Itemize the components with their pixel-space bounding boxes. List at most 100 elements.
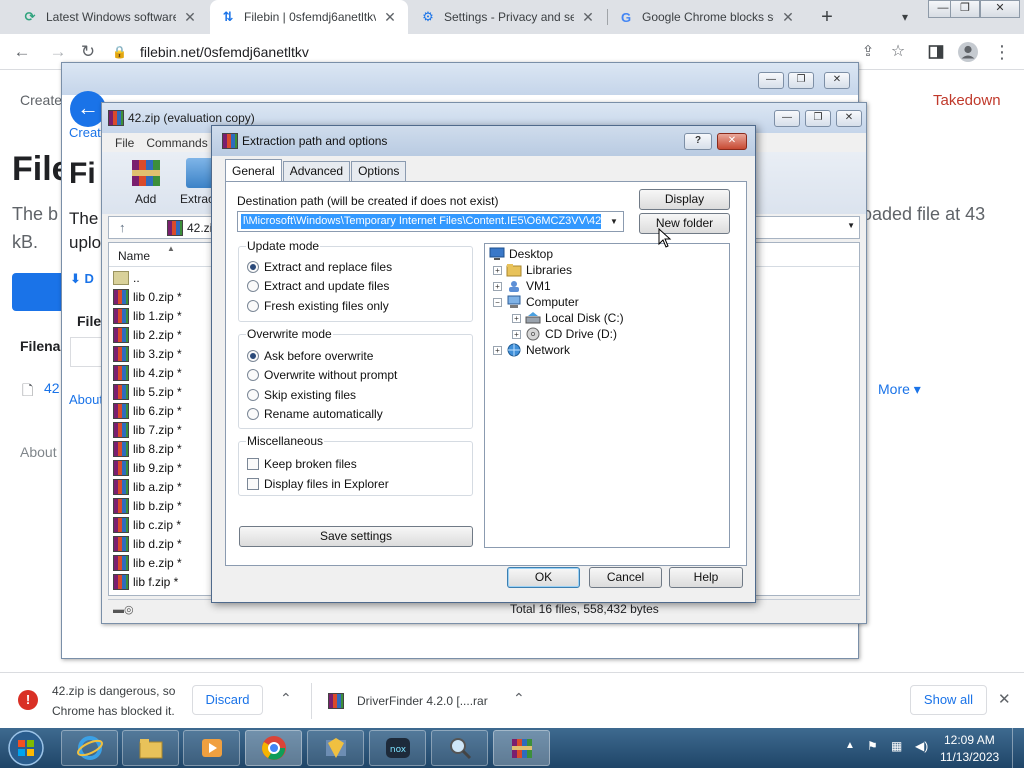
- file-row[interactable]: lib e.zip *: [113, 553, 182, 572]
- download-2-chevron-up-icon[interactable]: ⌃: [513, 690, 525, 707]
- radio-button[interactable]: [247, 369, 259, 381]
- close-tab-icon[interactable]: ✕: [580, 9, 596, 26]
- radio-button[interactable]: [247, 389, 259, 401]
- expand-plus-icon[interactable]: +: [493, 265, 502, 275]
- extract-button-label[interactable]: Extrac: [180, 192, 214, 206]
- behind-download-link[interactable]: ⬇ D: [70, 271, 94, 287]
- taskbar-media-player[interactable]: [183, 730, 240, 766]
- download-1-chevron-up-icon[interactable]: ⌃: [280, 690, 292, 707]
- new-tab-button[interactable]: +: [815, 5, 839, 29]
- file-row[interactable]: lib b.zip *: [113, 496, 182, 515]
- download-button[interactable]: [12, 273, 68, 311]
- expand-plus-icon[interactable]: +: [493, 345, 502, 355]
- expand-plus-icon[interactable]: +: [493, 281, 502, 291]
- menu-commands[interactable]: Commands: [146, 136, 207, 150]
- expand-plus-icon[interactable]: +: [512, 329, 521, 339]
- tree-node-libraries[interactable]: + Libraries: [493, 262, 572, 278]
- add-archive-icon[interactable]: [130, 156, 164, 188]
- display-files-in-explorer-option[interactable]: Display files in Explorer: [247, 477, 389, 491]
- download-2-filename[interactable]: DriverFinder 4.2.0 [....rar: [357, 694, 488, 708]
- minimize-button[interactable]: —: [758, 72, 784, 89]
- tab-options[interactable]: Options: [351, 161, 407, 181]
- overwrite-without-prompt-option[interactable]: Overwrite without prompt: [247, 368, 397, 382]
- more-dropdown[interactable]: More ▾: [878, 381, 921, 398]
- radio-button[interactable]: [247, 280, 259, 292]
- expand-plus-icon[interactable]: +: [512, 313, 521, 323]
- collapse-minus-icon[interactable]: −: [493, 297, 502, 307]
- file-row[interactable]: lib d.zip *: [113, 534, 182, 553]
- rename-automatically-option[interactable]: Rename automatically: [247, 407, 383, 421]
- extract-and-replace-option[interactable]: Extract and replace files: [247, 260, 392, 274]
- checkbox[interactable]: [247, 458, 259, 470]
- menu-file[interactable]: File: [115, 136, 134, 150]
- tray-chevron-up-icon[interactable]: ▲: [845, 740, 855, 751]
- file-link[interactable]: 42: [44, 380, 60, 396]
- file-row[interactable]: lib f.zip *: [113, 572, 178, 591]
- maximize-button[interactable]: ❐: [788, 72, 814, 89]
- network-tray-icon[interactable]: ▦: [891, 739, 907, 755]
- help-button[interactable]: Help: [669, 567, 743, 588]
- tab-search-chevron-icon[interactable]: ▾: [893, 6, 917, 28]
- up-arrow-icon[interactable]: ↑: [119, 220, 126, 235]
- file-row-parent[interactable]: ..: [113, 268, 140, 287]
- close-tab-icon[interactable]: ✕: [780, 9, 796, 26]
- tab-filebin[interactable]: ⇅ Filebin | 0sfemdj6anetltkv ✕: [210, 0, 408, 34]
- winrar-minimize-button[interactable]: —: [774, 110, 800, 127]
- clock-time[interactable]: 12:09 AM: [944, 733, 995, 747]
- file-row[interactable]: lib 0.zip *: [113, 287, 182, 306]
- tab-latest-windows-software[interactable]: ⟳ Latest Windows software ✕: [12, 0, 208, 34]
- fresh-existing-option[interactable]: Fresh existing files only: [247, 299, 389, 313]
- taskbar-nox[interactable]: nox: [369, 730, 426, 766]
- file-row[interactable]: lib 8.zip *: [113, 439, 182, 458]
- folder-tree[interactable]: Desktop + Libraries + VM1 − Computer + L…: [484, 243, 730, 548]
- volume-tray-icon[interactable]: ◀): [915, 739, 931, 755]
- taskbar-settings-tool[interactable]: [307, 730, 364, 766]
- taskbar-internet-explorer[interactable]: [61, 730, 118, 766]
- tree-node-local-disk[interactable]: + Local Disk (C:): [512, 310, 624, 326]
- start-orb-icon[interactable]: [4, 729, 48, 767]
- restore-window-button[interactable]: ❐: [950, 0, 980, 18]
- share-icon[interactable]: ⇪: [856, 40, 880, 64]
- dialog-help-button[interactable]: ?: [684, 133, 712, 150]
- file-row[interactable]: lib c.zip *: [113, 515, 181, 534]
- chrome-menu-kebab-icon[interactable]: ⋮: [990, 40, 1014, 64]
- keep-broken-files-option[interactable]: Keep broken files: [247, 457, 357, 471]
- file-row[interactable]: lib 2.zip *: [113, 325, 182, 344]
- path-dropdown-arrow-icon[interactable]: ▼: [847, 221, 855, 230]
- tree-node-desktop[interactable]: Desktop: [489, 246, 553, 262]
- save-settings-button[interactable]: Save settings: [239, 526, 473, 547]
- clock-date[interactable]: 11/13/2023: [940, 750, 999, 764]
- close-tab-icon[interactable]: ✕: [182, 9, 198, 26]
- winrar-close-button[interactable]: ✕: [836, 110, 862, 127]
- tree-node-vm1[interactable]: + VM1: [493, 278, 551, 294]
- tab-advanced[interactable]: Advanced: [282, 161, 351, 181]
- bookmark-star-icon[interactable]: ☆: [886, 40, 910, 64]
- tree-node-cd-drive[interactable]: + CD Drive (D:): [512, 326, 617, 342]
- radio-button[interactable]: [247, 261, 259, 273]
- taskbar-file-explorer[interactable]: [122, 730, 179, 766]
- file-row[interactable]: lib 4.zip *: [113, 363, 182, 382]
- show-desktop-button[interactable]: [1012, 728, 1024, 768]
- file-row[interactable]: lib 9.zip *: [113, 458, 182, 477]
- file-row[interactable]: lib 6.zip *: [113, 401, 182, 420]
- taskbar-search-tool[interactable]: [431, 730, 488, 766]
- dialog-close-button[interactable]: ✕: [717, 133, 747, 150]
- taskbar-chrome[interactable]: [245, 730, 302, 766]
- tab-settings-privacy[interactable]: ⚙ Settings - Privacy and sec ✕: [410, 0, 606, 34]
- profile-avatar[interactable]: [956, 40, 980, 64]
- tree-node-network[interactable]: + Network: [493, 342, 570, 358]
- new-folder-button[interactable]: New folder: [639, 213, 730, 234]
- side-panel-icon[interactable]: [924, 40, 948, 64]
- cancel-button[interactable]: Cancel: [589, 567, 662, 588]
- discard-button[interactable]: Discard: [192, 685, 263, 715]
- ask-before-overwrite-option[interactable]: Ask before overwrite: [247, 349, 373, 363]
- checkbox[interactable]: [247, 478, 259, 490]
- behind-about-link[interactable]: About: [69, 392, 103, 407]
- file-row[interactable]: lib a.zip *: [113, 477, 182, 496]
- radio-button[interactable]: [247, 350, 259, 362]
- forward-arrow-icon[interactable]: →: [46, 40, 70, 64]
- reload-icon[interactable]: ↻: [76, 40, 100, 64]
- radio-button[interactable]: [247, 408, 259, 420]
- radio-button[interactable]: [247, 300, 259, 312]
- destination-path-combo[interactable]: l\Microsoft\Windows\Temporary Internet F…: [237, 211, 624, 232]
